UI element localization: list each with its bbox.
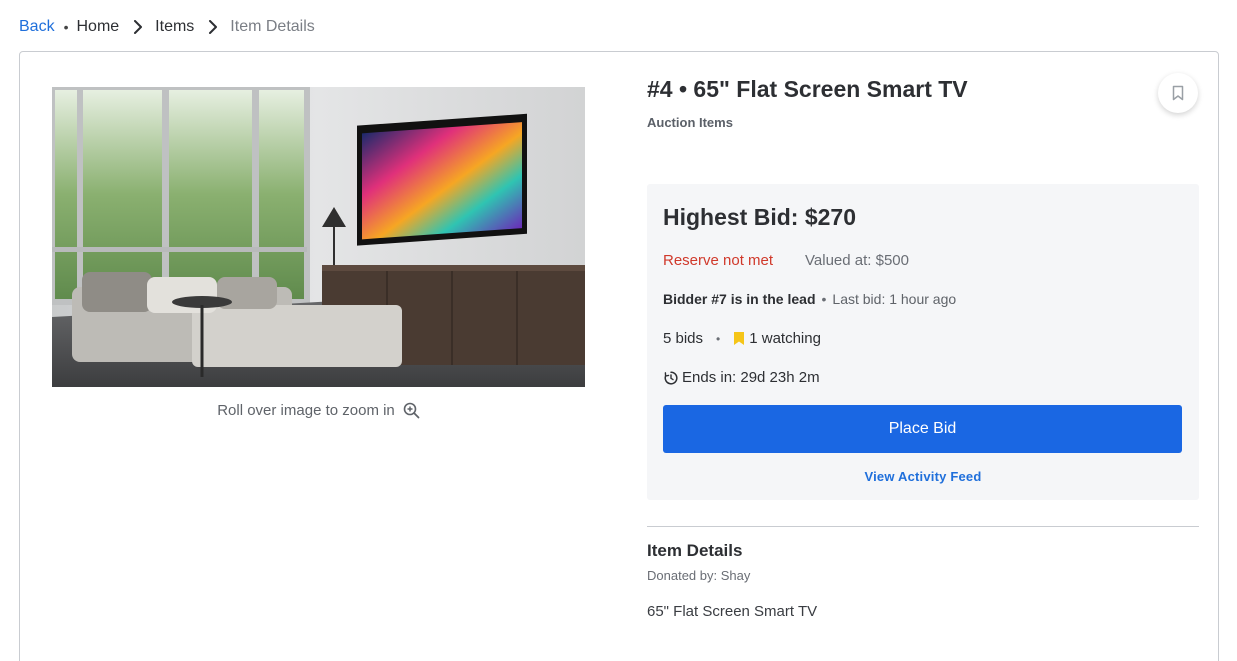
- item-image[interactable]: [52, 87, 585, 387]
- valued-at: Valued at: $500: [805, 252, 909, 269]
- ends-row: Ends in: 29d 23h 2m: [663, 369, 820, 386]
- breadcrumb-current: Item Details: [230, 18, 315, 35]
- bids-row: 5 bids • 1 watching: [663, 330, 821, 347]
- item-category[interactable]: Auction Items: [647, 115, 733, 130]
- tv-room-photo: [52, 87, 585, 387]
- item-description: 65" Flat Screen Smart TV: [647, 603, 818, 620]
- breadcrumb-dot: •: [63, 19, 69, 35]
- item-card: Roll over image to zoom in #4 • 65" Flat…: [19, 51, 1219, 661]
- item-details-heading: Item Details: [647, 541, 743, 560]
- breadcrumb-items[interactable]: Items: [155, 18, 194, 36]
- item-title: #4 • 65" Flat Screen Smart TV: [647, 76, 968, 102]
- chevron-right-icon: [127, 20, 149, 34]
- lead-row: Bidder #7 is in the lead • Last bid: 1 h…: [663, 291, 956, 307]
- reserve-status: Reserve not met: [663, 252, 774, 269]
- watching-count: 1 watching: [733, 330, 821, 347]
- bookmark-filled-icon: [733, 331, 745, 346]
- lead-bidder: Bidder #7 is in the lead: [663, 291, 816, 307]
- view-activity-feed-link[interactable]: View Activity Feed: [647, 469, 1199, 484]
- divider: [647, 526, 1199, 527]
- bookmark-button[interactable]: [1158, 73, 1198, 113]
- place-bid-button[interactable]: Place Bid: [663, 405, 1182, 453]
- bid-panel: Highest Bid: $270 Reserve not met Valued…: [647, 184, 1199, 500]
- ends-in-label: Ends in: 29d 23h 2m: [682, 369, 820, 386]
- last-bid-time: Last bid: 1 hour ago: [832, 291, 957, 307]
- zoom-in-icon: [403, 402, 420, 419]
- breadcrumb: Back • Home Items Item Details: [19, 17, 315, 37]
- separator-dot: •: [821, 291, 827, 307]
- separator-dot: •: [716, 331, 721, 346]
- zoom-hint-text: Roll over image to zoom in: [217, 402, 395, 419]
- watching-label: 1 watching: [749, 330, 821, 347]
- donated-by: Donated by: Shay: [647, 568, 751, 583]
- breadcrumb-home[interactable]: Home: [76, 18, 119, 36]
- chevron-right-icon: [202, 20, 224, 34]
- bookmark-icon: [1172, 85, 1184, 101]
- back-link[interactable]: Back: [19, 18, 55, 36]
- bids-count: 5 bids: [663, 330, 704, 347]
- highest-bid: Highest Bid: $270: [663, 204, 856, 230]
- timer-icon: [663, 370, 679, 386]
- zoom-hint: Roll over image to zoom in: [20, 402, 617, 419]
